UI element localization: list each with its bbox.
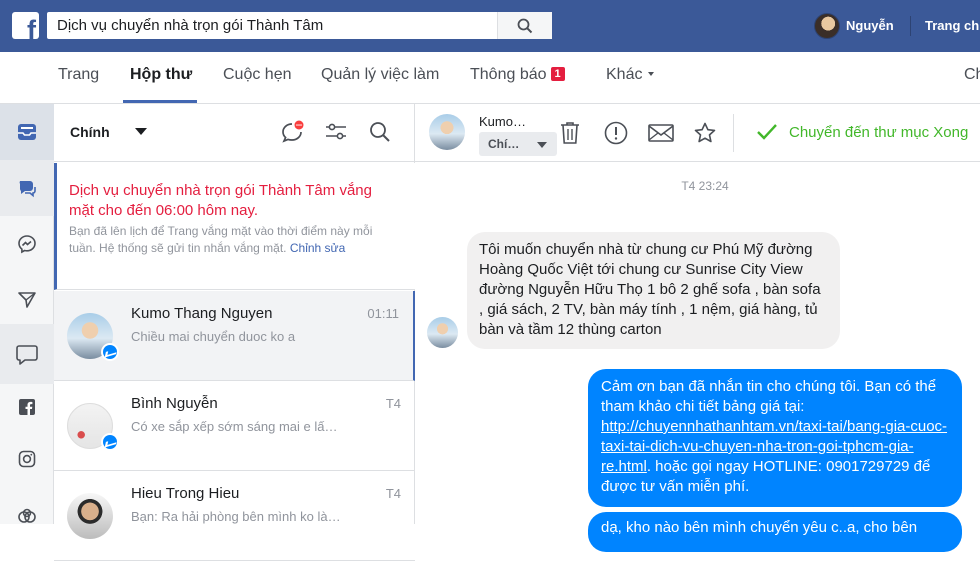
conversation-snippet: Có xe sắp xếp sớm sáng mai e lấ… [131, 419, 338, 434]
inbox-icon [18, 124, 36, 140]
conversation-snippet: Chiều mai chuyển duoc ko a [131, 329, 296, 344]
notification-badge: 1 [550, 67, 565, 81]
tab-page[interactable]: Trang [58, 66, 99, 84]
delete-button[interactable] [555, 118, 585, 148]
chat-icon [19, 181, 36, 198]
messenger-icon [18, 235, 36, 254]
rail-comments[interactable] [0, 324, 54, 384]
comment-icon [16, 345, 38, 365]
search-conversations-button[interactable] [366, 118, 394, 146]
folder-selector-label[interactable]: Chính [70, 124, 110, 140]
pretzel-icon [18, 508, 36, 523]
rail-inbox[interactable] [0, 104, 54, 160]
contact-name[interactable]: Kumo… [479, 114, 526, 129]
left-rail [0, 104, 54, 524]
active-tab-indicator [123, 100, 197, 103]
away-notice-title: Dịch vụ chuyển nhà trọn gói Thành Tâm vắ… [69, 182, 372, 219]
conversation-name: Kumo Thang Nguyen [131, 305, 273, 322]
send-icon [18, 292, 36, 308]
outgoing-message: dạ, kho nào bên mình chuyển yêu c..a, ch… [588, 512, 962, 552]
outgoing-message-hotline: . hoặc gọi ngay HOTLINE: 0901729729 để đ… [601, 458, 931, 495]
incoming-message: Tôi muốn chuyển nhà từ chung cư Phú Mỹ đ… [467, 232, 840, 349]
conversation-item[interactable]: Hieu Trong Hieu Bạn: Ra hải phòng bên mì… [54, 471, 415, 561]
sender-avatar [427, 317, 458, 348]
facebook-icon [19, 399, 35, 415]
folder-select-value: Chí… [488, 137, 520, 151]
conversation-time: 01:11 [367, 306, 399, 321]
user-avatar[interactable] [814, 13, 840, 39]
new-message-icon [282, 120, 304, 143]
check-icon [757, 124, 777, 140]
edit-away-link[interactable]: Chỉnh sửa [290, 241, 345, 255]
search-icon [370, 122, 390, 142]
rail-more[interactable] [0, 489, 54, 545]
tab-inbox[interactable]: Hộp thư [130, 66, 192, 84]
away-notice-text: Bạn đã lên lịch để Trang vắng mặt vào th… [69, 223, 394, 257]
message-thread: Kumo… Chí… Chuyển đến thư mục Xong T4 23… [415, 104, 980, 552]
user-name-link[interactable]: Nguyễn [846, 18, 894, 33]
search-box [47, 12, 552, 39]
message-timestamp: T4 23:24 [681, 179, 729, 193]
tab-more-label: Khác [606, 66, 643, 83]
search-button[interactable] [497, 12, 552, 39]
move-to-done-button[interactable]: Chuyển đến thư mục Xong [755, 122, 968, 142]
alert-icon [604, 121, 628, 145]
top-divider [910, 16, 911, 36]
away-message-notice: Dịch vụ chuyển nhà trọn gói Thành Tâm vắ… [54, 163, 415, 290]
rail-chats[interactable] [0, 160, 54, 216]
thread-header: Kumo… Chí… Chuyển đến thư mục Xong [415, 104, 980, 162]
tab-appointments[interactable]: Cuộc hẹn [223, 66, 292, 84]
instagram-icon [18, 450, 36, 468]
star-button[interactable] [690, 118, 720, 148]
folder-select[interactable]: Chí… [479, 132, 557, 156]
conversation-snippet: Bạn: Ra hải phòng bên mình ko là… [131, 509, 341, 524]
trash-icon [561, 122, 579, 144]
rail-instagram[interactable] [0, 431, 54, 487]
conversation-name: Hieu Trong Hieu [131, 485, 240, 502]
mark-unread-button[interactable] [646, 118, 676, 148]
avatar [67, 493, 113, 539]
tab-notifications[interactable]: Thông báo 1 [470, 66, 565, 84]
rail-facebook[interactable] [0, 379, 54, 435]
search-icon [517, 18, 533, 33]
move-to-done-label: Chuyển đến thư mục Xong [789, 123, 969, 141]
caret-down-icon[interactable] [135, 128, 147, 135]
rail-send[interactable] [0, 272, 54, 328]
filter-button[interactable] [322, 118, 350, 146]
mail-icon [648, 124, 674, 142]
home-link[interactable]: Trang ch [925, 18, 979, 33]
conversation-list-pane: Chính Dịch vụ chuyển nhà trọn gói Thành … [54, 104, 415, 561]
conversation-time: T4 [385, 396, 401, 411]
search-input[interactable] [47, 12, 507, 39]
top-bar: f Nguyễn Trang ch [0, 0, 980, 52]
tab-notifications-label: Thông báo [470, 66, 547, 83]
star-icon [694, 122, 716, 143]
messenger-badge-icon [101, 343, 119, 361]
conversation-name: Bình Nguyễn [131, 395, 218, 412]
messenger-badge-icon [101, 433, 119, 451]
contact-avatar[interactable] [429, 114, 465, 150]
rail-messenger[interactable] [0, 216, 54, 272]
list-header: Chính [54, 104, 415, 162]
outgoing-message: Cảm ơn bạn đã nhắn tin cho chúng tôi. Bạ… [588, 369, 962, 507]
mark-spam-button[interactable] [601, 118, 631, 148]
outgoing-message-text: Cảm ơn bạn đã nhắn tin cho chúng tôi. Bạ… [601, 378, 937, 415]
tab-jobs[interactable]: Quản lý việc làm [321, 66, 439, 84]
conversation-item[interactable]: Kumo Thang Nguyen Chiều mai chuyển duoc … [54, 291, 415, 381]
tab-more[interactable]: Khác [606, 66, 655, 84]
caret-down-icon [648, 72, 655, 76]
header-divider [733, 114, 734, 152]
tab-settings-partial[interactable]: Ch [964, 66, 980, 84]
conversation-item[interactable]: Bình Nguyễn Có xe sắp xếp sớm sáng mai e… [54, 381, 415, 471]
facebook-logo-icon[interactable]: f [12, 12, 39, 39]
conversation-time: T4 [385, 486, 401, 501]
new-message-button[interactable] [278, 118, 306, 146]
caret-down-icon [537, 142, 547, 148]
filter-icon [326, 123, 346, 140]
page-tabs: Trang Hộp thư Cuộc hẹn Quản lý việc làm … [0, 52, 980, 104]
